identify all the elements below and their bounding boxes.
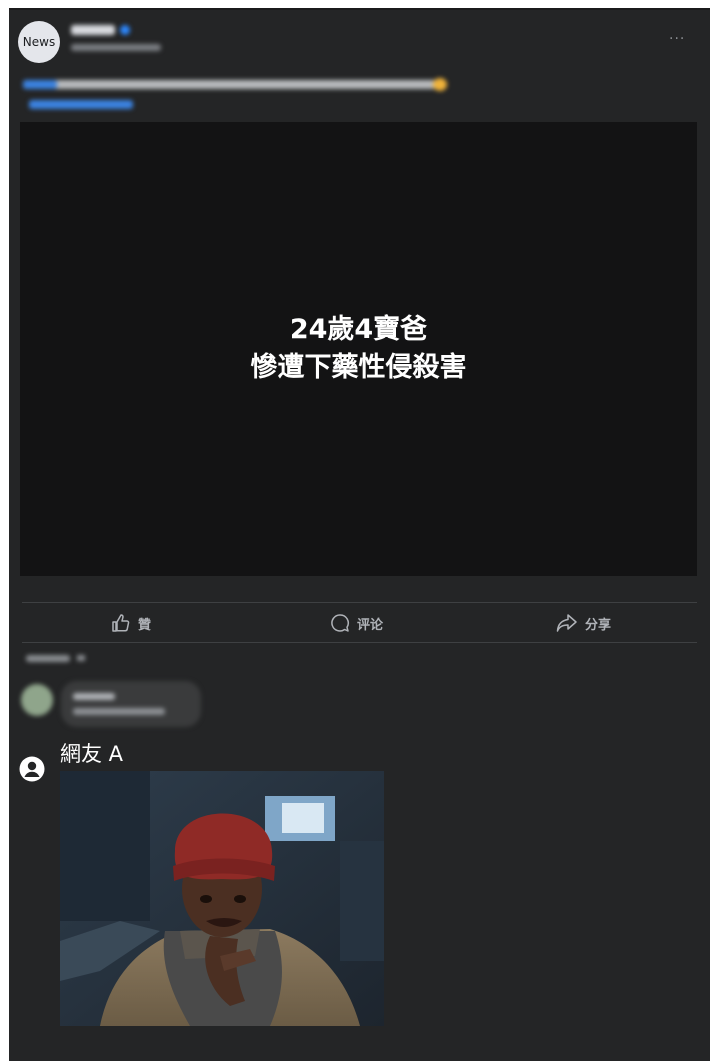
- verified-badge-icon: [120, 25, 130, 35]
- overlay-line-2: 慘遭下藥性侵殺害: [250, 352, 467, 383]
- comment-label: 评论: [357, 617, 384, 633]
- video-player[interactable]: 24歲4寶爸 慘遭下藥性侵殺害: [20, 122, 697, 576]
- comment-bubble-icon: [331, 614, 349, 632]
- video-overlay-text: 24歲4寶爸 慘遭下藥性侵殺害: [251, 311, 467, 387]
- more-options-icon[interactable]: ···: [669, 32, 687, 46]
- facebook-post-card: News ··· 24歲4寶爸 慘遭下藥性侵殺害 贊 评论 分享 網友 A: [9, 8, 710, 1061]
- page-name-blurred[interactable]: [71, 25, 115, 35]
- post-link-blurred[interactable]: [29, 100, 133, 109]
- commenter-name: 網友 A: [60, 742, 124, 766]
- avatar-label: News: [22, 35, 56, 49]
- commenter-avatar-blurred[interactable]: [21, 684, 53, 716]
- post-caption-blurred: [23, 78, 447, 91]
- share-label: 分享: [585, 617, 612, 633]
- overlay-line-1: 24歲4寶爸: [289, 314, 428, 345]
- share-button[interactable]: 分享: [556, 611, 611, 635]
- comment-bubble-blurred: [61, 681, 201, 727]
- divider-bottom: [22, 642, 697, 643]
- post-meta-blurred: [71, 44, 161, 51]
- like-label: 贊: [138, 617, 152, 633]
- page-avatar[interactable]: News: [18, 21, 60, 63]
- comment-sort-blurred[interactable]: [26, 655, 70, 662]
- meme-image: [60, 771, 384, 1026]
- divider-top: [22, 602, 697, 603]
- comment-button[interactable]: 评论: [330, 611, 383, 635]
- thumbs-up-icon: [112, 614, 130, 632]
- like-button[interactable]: 贊: [111, 611, 151, 635]
- share-arrow-icon: [556, 614, 577, 632]
- user-avatar-icon: [19, 756, 45, 782]
- chevron-down-icon[interactable]: [77, 655, 85, 661]
